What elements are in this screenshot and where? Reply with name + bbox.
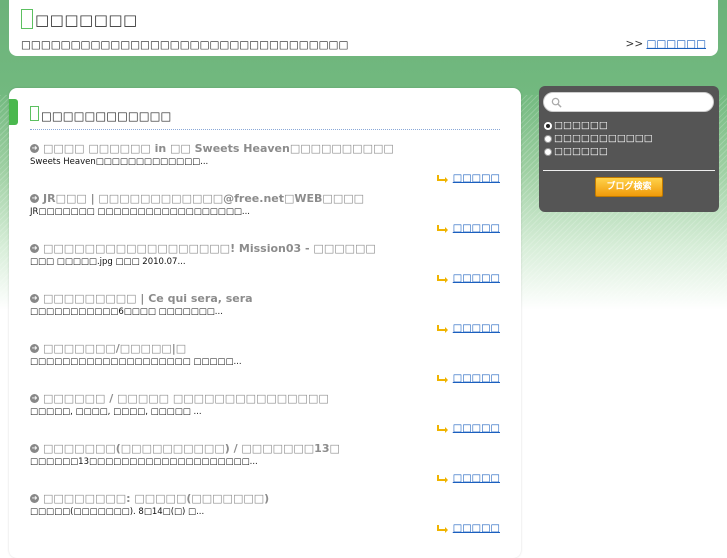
bullet-arrow-icon: ➜: [30, 344, 39, 353]
entry-excerpt: JR□□□□□□□ □□□□□□□□□□□□□□□□□□...: [30, 207, 250, 217]
entry-more: □□□□□: [436, 523, 500, 535]
header-link-prefix: >>: [625, 38, 644, 50]
bullet-arrow-icon: ➜: [30, 144, 39, 153]
entry-excerpt: □□□□□□13□□□□□□□□□□□□□□□□□□□□...: [30, 457, 258, 467]
entry-item: ➜ □□□□□□□□□ | Ce qui sera, sera □□□□□□□□□□…: [30, 292, 500, 342]
entry-excerpt: Sweets Heaven□□□□□□□□□□□□□...: [30, 157, 209, 167]
entry-item: ➜ □□□□□□ / □□□□□ □□□□□□□□□□□□□□□ □□□□□, □□…: [30, 392, 500, 442]
search-input[interactable]: [543, 92, 714, 112]
entry-item: ➜ □□□□□□□(□□□□□□□□□□) / □□□□□□□13□ □□□□□□1…: [30, 442, 500, 492]
entry-item: ➜ JR□□□ | □□□□□□□□□□□□@free.net□WEB□□□□ JR…: [30, 192, 500, 242]
sidebar-search-panel: □□□□□□ □□□□□□□□□□□ □□□□□□ ブログ検索: [539, 86, 719, 212]
radio-label-0: □□□□□□: [554, 120, 608, 131]
entry-title[interactable]: JR□□□ | □□□□□□□□□□□□@free.net□WEB□□□□: [43, 192, 364, 205]
bullet-arrow-icon: ➜: [30, 394, 39, 403]
entry-item: ➜ □□□□□□□□□□□□□□□□□□! Mission03 - □□□□□□ □…: [30, 242, 500, 292]
entry-title[interactable]: □□□□□□ / □□□□□ □□□□□□□□□□□□□□□: [43, 392, 329, 405]
read-more-link[interactable]: □□□□□: [453, 523, 500, 534]
radio-button-1[interactable]: [544, 134, 552, 143]
radio-button-2[interactable]: [544, 147, 552, 156]
bullet-arrow-icon: ➜: [30, 494, 39, 503]
curved-arrow-icon: [436, 474, 448, 483]
radio-option-2[interactable]: □□□□□□: [544, 145, 653, 158]
header-link-wrap: >> □□□□□□: [626, 38, 706, 50]
radio-label-1: □□□□□□□□□□□: [554, 133, 653, 144]
bullet-arrow-icon: ➜: [30, 444, 39, 453]
entry-item: ➜ □□□□ □□□□□□ in □□ Sweets Heaven□□□□□□□□…: [30, 142, 500, 192]
entry-excerpt: □□□□□, □□□□, □□□□, □□□□□ ...: [30, 407, 202, 417]
curved-arrow-icon: [436, 524, 448, 533]
entry-more: □□□□□: [436, 173, 500, 185]
header-link[interactable]: □□□□□□: [646, 38, 706, 50]
curved-arrow-icon: [436, 324, 448, 333]
read-more-link[interactable]: □□□□□: [453, 423, 500, 434]
entry-more: □□□□□: [436, 473, 500, 485]
entry-excerpt: □□□□□(□□□□□□□). 8□14□(□) □...: [30, 507, 205, 517]
bullet-arrow-icon: ➜: [30, 294, 39, 303]
radio-button-0[interactable]: [544, 121, 552, 130]
entry-excerpt: □□□ □□□□□.jpg □□□ 2010.07...: [30, 257, 186, 267]
read-more-link[interactable]: □□□□□: [453, 323, 500, 334]
entry-excerpt: □□□□□□□□□□□□□□□□□□□□ □□□□□...: [30, 357, 242, 367]
site-logo-icon: [21, 9, 33, 29]
entry-more: □□□□□: [436, 323, 500, 335]
curved-arrow-icon: [436, 274, 448, 283]
read-more-link[interactable]: □□□□□: [453, 173, 500, 184]
radio-option-1[interactable]: □□□□□□□□□□□: [544, 132, 653, 145]
section-icon: [30, 106, 39, 121]
search-icon: [551, 97, 562, 108]
curved-arrow-icon: [436, 424, 448, 433]
entry-title[interactable]: □□□□□□□□□□□□□□□□□□! Mission03 - □□□□□□: [43, 242, 376, 255]
read-more-link[interactable]: □□□□□: [453, 473, 500, 484]
sidebar-divider: [543, 170, 715, 171]
entry-more: □□□□□: [436, 223, 500, 235]
site-description: □□□□□□□□□□□□□□□□□□□□□□□□□□□□□□□□□: [21, 39, 349, 51]
entry-item: ➜ □□□□□□□/□□□□□|□ □□□□□□□□□□□□□□□□□□□□ □□□…: [30, 342, 500, 392]
entry-title[interactable]: □□□□□□□/□□□□□|□: [43, 342, 186, 355]
blog-search-button[interactable]: ブログ検索: [595, 177, 663, 197]
bullet-arrow-icon: ➜: [30, 194, 39, 203]
entry-title[interactable]: □□□□□□□(□□□□□□□□□□) / □□□□□□□13□: [43, 442, 340, 455]
section-tab-marker: [9, 99, 18, 125]
site-title[interactable]: □□□□□□□: [35, 11, 138, 29]
entry-excerpt: □□□□□□□□□□□6□□□□ □□□□□□□...: [30, 307, 223, 317]
site-header: □□□□□□□ □□□□□□□□□□□□□□□□□□□□□□□□□□□□□□□□…: [9, 0, 718, 56]
curved-arrow-icon: [436, 224, 448, 233]
curved-arrow-icon: [436, 174, 448, 183]
entry-more: □□□□□: [436, 423, 500, 435]
entry-title[interactable]: □□□□ □□□□□□ in □□ Sweets Heaven□□□□□□□□□…: [43, 142, 394, 155]
entry-more: □□□□□: [436, 273, 500, 285]
entry-title[interactable]: □□□□□□□□: □□□□□(□□□□□□□): [43, 492, 269, 505]
search-scope-options: □□□□□□ □□□□□□□□□□□ □□□□□□: [544, 119, 653, 158]
main-content: □□□□□□□□□□□□ ➜ □□□□ □□□□□□ in □□ Sweets H…: [9, 88, 521, 558]
bullet-arrow-icon: ➜: [30, 244, 39, 253]
read-more-link[interactable]: □□□□□: [453, 223, 500, 234]
read-more-link[interactable]: □□□□□: [453, 373, 500, 384]
radio-option-0[interactable]: □□□□□□: [544, 119, 653, 132]
entry-item: ➜ □□□□□□□□: □□□□□(□□□□□□□) □□□□□(□□□□□□□).…: [30, 492, 500, 542]
section-title: □□□□□□□□□□□□: [41, 109, 172, 123]
read-more-link[interactable]: □□□□□: [453, 273, 500, 284]
entry-more: □□□□□: [436, 373, 500, 385]
section-divider: [30, 129, 500, 130]
curved-arrow-icon: [436, 374, 448, 383]
entry-title[interactable]: □□□□□□□□□ | Ce qui sera, sera: [43, 292, 253, 305]
radio-label-2: □□□□□□: [554, 146, 608, 157]
